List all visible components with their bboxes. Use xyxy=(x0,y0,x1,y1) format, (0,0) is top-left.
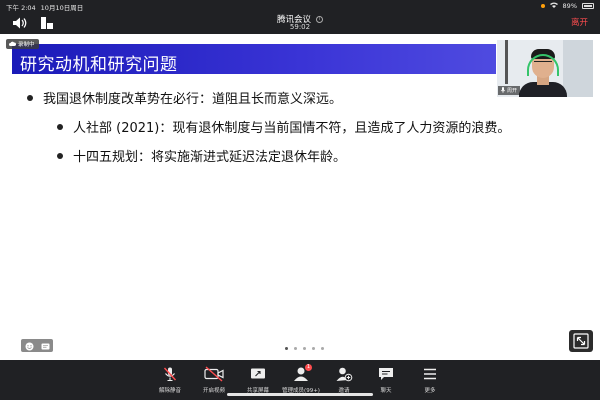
participant-name: 周开 xyxy=(507,88,518,94)
status-time: 下午 2:04 xyxy=(6,4,36,12)
status-bar: 下午 2:04 10月10日周日 89% xyxy=(0,0,600,12)
self-video-tile[interactable]: 周开 xyxy=(497,40,593,97)
page-dot[interactable] xyxy=(285,347,288,350)
more-label: 更多 xyxy=(424,388,436,394)
bullet-dot-icon xyxy=(57,123,63,130)
unmute-button[interactable]: 解除静音 xyxy=(148,366,192,398)
chat-icon xyxy=(364,366,408,382)
wifi-icon xyxy=(549,2,558,10)
page-dot[interactable] xyxy=(312,347,315,350)
menu-icon xyxy=(408,366,452,382)
meeting-timer: 59:02 xyxy=(289,23,311,31)
slide-sub-bullet: 十四五规划：将实施渐进式延迟法定退休年龄。 xyxy=(57,146,346,165)
meeting-top-bar: 腾讯会议 i 59:02 离开 xyxy=(0,12,600,34)
bullet-dot-icon xyxy=(27,94,33,101)
page-indicator[interactable] xyxy=(285,347,324,350)
emoji-icon xyxy=(25,336,34,355)
page-dot[interactable] xyxy=(303,347,306,350)
video-name-tag: 周开 xyxy=(498,86,521,95)
mic-in-use-dot-icon xyxy=(540,4,545,8)
bullet-dot-icon xyxy=(57,152,63,159)
share-screen-icon xyxy=(236,366,280,382)
info-icon[interactable]: i xyxy=(316,16,323,23)
slide-bullet: 我国退休制度改革势在必行：道阻且长而意义深远。 xyxy=(27,88,342,107)
participants-icon xyxy=(279,366,323,382)
mic-muted-icon xyxy=(148,366,192,382)
page-dot[interactable] xyxy=(294,347,297,350)
unmute-label: 解除静音 xyxy=(158,388,181,394)
recording-label: 录制中 xyxy=(18,42,35,48)
status-date: 10月10日周日 xyxy=(40,4,84,12)
leave-button[interactable]: 离开 xyxy=(571,16,588,28)
floating-chat-toggle[interactable] xyxy=(21,339,53,352)
fullscreen-button[interactable] xyxy=(569,330,593,352)
battery-level: 89% xyxy=(562,2,577,10)
participants-badge: 1 xyxy=(305,364,312,371)
add-user-icon xyxy=(322,366,366,382)
camera-off-icon xyxy=(192,366,236,382)
slide-sub-bullet: 人社部 (2021)：现有退休制度与当前国情不符，且造成了人力资源的浪费。 xyxy=(57,117,510,136)
slide-title: 研究动机和研究问题 xyxy=(20,55,178,75)
home-indicator[interactable] xyxy=(227,393,373,396)
page-dot[interactable] xyxy=(321,347,324,350)
cloud-icon xyxy=(9,41,17,48)
recording-indicator[interactable]: 录制中 xyxy=(6,39,39,49)
chat-bubble-icon xyxy=(41,336,50,355)
shared-screen: 录制中 研究动机和研究问题 我国退休制度改革势在必行：道阻且长而意义深远。 人社… xyxy=(0,34,600,360)
battery-icon xyxy=(582,3,594,9)
mic-icon xyxy=(500,86,506,95)
more-button[interactable]: 更多 xyxy=(408,366,452,398)
